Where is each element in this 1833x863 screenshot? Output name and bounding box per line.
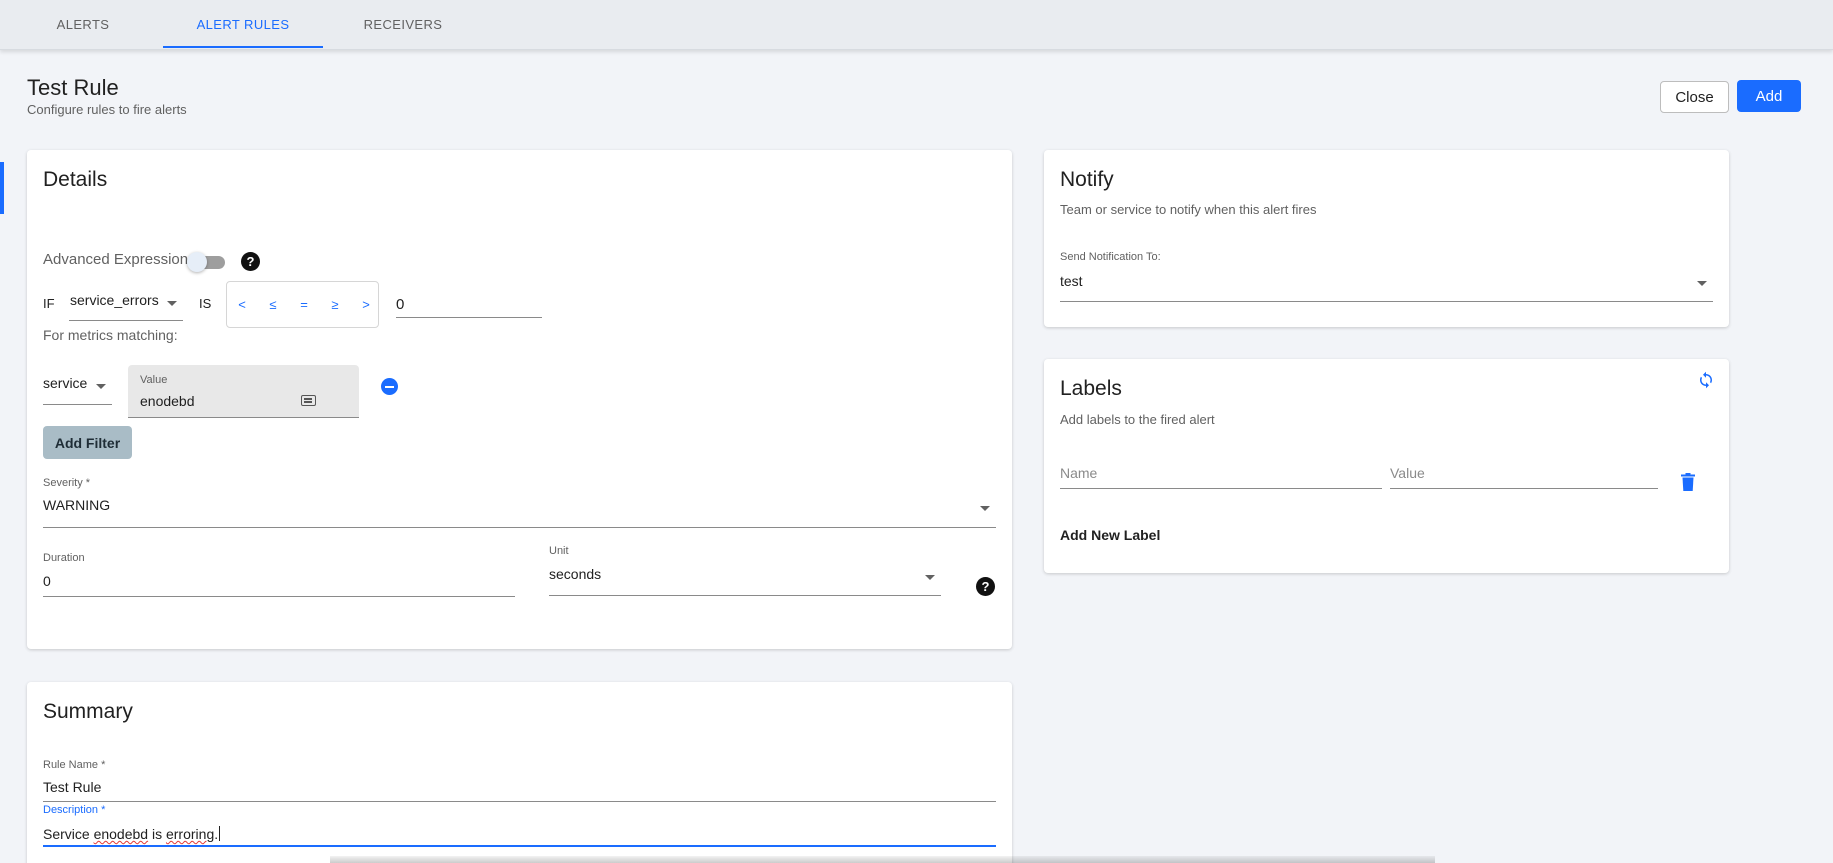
rule-name-input[interactable]: Test Rule: [43, 779, 101, 795]
severity-underline: [43, 527, 996, 528]
page-subtitle: Configure rules to fire alerts: [27, 102, 187, 117]
label-value-input[interactable]: Value: [1390, 465, 1425, 481]
description-text: .: [214, 826, 219, 842]
threshold-input[interactable]: 0: [396, 296, 404, 313]
summary-title: Summary: [43, 700, 133, 723]
scroll-shadow: [330, 856, 1435, 863]
tab-receivers[interactable]: RECEIVERS: [360, 0, 446, 48]
send-notification-label: Send Notification To:: [1060, 251, 1161, 263]
operator-le[interactable]: ≤: [266, 297, 280, 312]
advanced-expression-label: Advanced Expression: [43, 251, 189, 268]
labels-subtitle: Add labels to the fired alert: [1060, 412, 1215, 427]
notify-title: Notify: [1060, 168, 1114, 191]
metric-select-underline: [69, 320, 183, 321]
description-text: enodebd: [93, 826, 149, 842]
description-underline: [43, 845, 996, 847]
operator-selector: < ≤ = ≥ >: [226, 281, 379, 328]
description-text: erroring: [165, 826, 215, 842]
unit-select[interactable]: seconds: [549, 566, 601, 582]
labels-title: Labels: [1060, 377, 1122, 400]
label-value-underline: [1390, 488, 1658, 489]
chevron-down-icon[interactable]: [96, 384, 106, 389]
if-label: IF: [43, 296, 55, 311]
tab-alerts[interactable]: ALERTS: [44, 0, 122, 48]
send-notification-underline: [1060, 301, 1713, 302]
filter-key-underline: [43, 404, 112, 405]
operator-eq[interactable]: =: [297, 297, 311, 312]
help-icon[interactable]: ?: [976, 577, 995, 596]
chevron-down-icon[interactable]: [925, 575, 935, 580]
tab-alert-rules[interactable]: ALERT RULES: [163, 0, 323, 48]
is-label: IS: [199, 296, 212, 311]
add-button[interactable]: Add: [1737, 80, 1801, 112]
close-button[interactable]: Close: [1660, 81, 1729, 113]
operator-ge[interactable]: ≥: [328, 297, 342, 312]
filter-value-input[interactable]: enodebd: [140, 393, 195, 409]
add-new-label-button[interactable]: Add New Label: [1060, 523, 1160, 547]
chevron-down-icon[interactable]: [980, 506, 990, 511]
top-tab-bar: ALERTS ALERT RULES RECEIVERS: [0, 0, 1833, 50]
rule-name-label: Rule Name *: [43, 759, 106, 771]
details-title: Details: [43, 168, 108, 191]
keyboard-icon[interactable]: [301, 395, 316, 406]
duration-input[interactable]: 0: [43, 573, 51, 589]
refresh-icon[interactable]: [1697, 371, 1715, 389]
duration-label: Duration: [43, 552, 85, 564]
chevron-down-icon[interactable]: [1697, 281, 1707, 286]
chevron-down-icon[interactable]: [167, 301, 177, 306]
operator-gt[interactable]: >: [359, 297, 373, 312]
threshold-underline: [396, 317, 542, 318]
metrics-matching-label: For metrics matching:: [43, 327, 178, 343]
advanced-expression-toggle-thumb[interactable]: [187, 252, 207, 272]
operator-lt[interactable]: <: [235, 297, 249, 312]
notify-subtitle: Team or service to notify when this aler…: [1060, 202, 1317, 217]
sidebar-active-indicator: [0, 162, 4, 214]
add-filter-button[interactable]: Add Filter: [43, 426, 132, 459]
filter-value-label: Value: [140, 374, 168, 386]
description-text: Service: [43, 826, 94, 842]
unit-underline: [549, 595, 941, 596]
trash-icon[interactable]: [1681, 473, 1695, 491]
send-notification-select[interactable]: test: [1060, 273, 1083, 289]
severity-label: Severity *: [43, 477, 91, 489]
description-label: Description *: [43, 804, 106, 816]
filter-value-field[interactable]: [128, 365, 359, 418]
page-title: Test Rule: [27, 75, 119, 100]
description-text: is: [148, 826, 166, 842]
label-name-input[interactable]: Name: [1060, 465, 1097, 481]
label-name-underline: [1060, 488, 1382, 489]
rule-name-underline: [43, 801, 996, 802]
filter-key-select[interactable]: service: [43, 375, 87, 391]
remove-filter-icon[interactable]: [381, 378, 398, 395]
duration-underline: [43, 596, 515, 597]
metric-select-value[interactable]: service_errors: [70, 292, 159, 308]
description-input[interactable]: Service enodebd is erroring.: [43, 826, 221, 842]
text-cursor: [219, 826, 221, 841]
help-icon[interactable]: ?: [241, 252, 260, 271]
severity-select[interactable]: WARNING: [43, 497, 110, 513]
unit-label: Unit: [549, 545, 569, 557]
